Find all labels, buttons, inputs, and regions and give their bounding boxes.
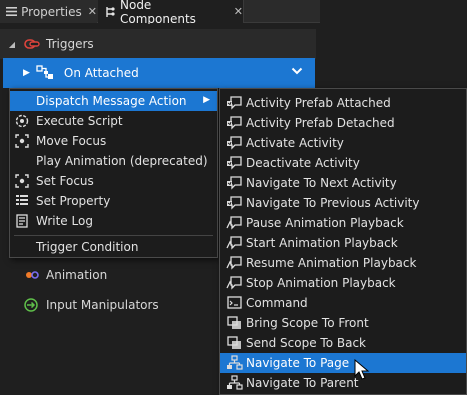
submenu-item-navigate-to-next-activity[interactable]: Navigate To Next Activity [220,173,466,193]
execute-script-icon [14,113,30,129]
submenu-item-navigate-to-page[interactable]: Navigate To Page [220,353,466,373]
node-components-icon [104,6,116,18]
trigger-node-icon [36,65,54,81]
message-icon [225,155,243,171]
triggers-label: Triggers [46,37,94,51]
submenu-item-label: Activity Prefab Detached [246,116,395,130]
scope-icon [225,335,243,351]
submenu-item-command[interactable]: Command [220,293,466,313]
animation-label: Animation [46,268,108,282]
command-icon [225,295,243,311]
close-icon[interactable]: ✕ [88,5,97,18]
scope-icon [225,315,243,331]
submenu-item-label: Activate Activity [246,136,344,150]
submenu-item-navigate-to-parent[interactable]: Navigate To Parent [220,373,466,393]
message-icon [225,195,243,211]
close-icon[interactable]: ✕ [234,5,243,18]
menu-item-label: Execute Script [36,114,123,128]
submenu-item-deactivate-activity[interactable]: Deactivate Activity [220,153,466,173]
animation-message-icon [225,235,243,251]
menu-item-label: Set Focus [36,174,94,188]
menu-item-label: Dispatch Message Action [36,94,187,108]
submenu-item-stop-animation-playback[interactable]: Stop Animation Playback [220,273,466,293]
properties-icon [6,6,18,18]
submenu-item-label: Navigate To Parent [246,376,359,390]
submenu-item-activity-prefab-attached[interactable]: Activity Prefab Attached [220,93,466,113]
set-property-icon [14,193,30,209]
triggers-section-header[interactable]: ◢ Triggers [0,29,316,59]
menu-item-label: Write Log [36,214,93,228]
submenu-item-resume-animation-playback[interactable]: Resume Animation Playback [220,253,466,273]
submenu-item-send-scope-to-back[interactable]: Send Scope To Back [220,333,466,353]
tab-label: Properties [21,4,82,19]
mouse-cursor-icon [354,359,370,380]
trigger-label: On Attached [63,66,139,80]
menu-item-dispatch-message-action[interactable]: Dispatch Message Action ▶ [10,91,217,111]
on-attached-trigger-row[interactable]: ▶ On Attached [3,58,315,88]
submenu-arrow-icon: ▶ [203,95,210,105]
tab-label: Node Components [120,0,196,26]
message-icon [225,95,243,111]
submenu-item-bring-scope-to-front[interactable]: Bring Scope To Front [220,313,466,333]
input-manipulators-icon [24,298,40,312]
submenu-item-label: Send Scope To Back [246,336,366,350]
tab-bar: Properties ✕ Node Components ✕ [0,0,320,26]
message-icon [225,115,243,131]
chevron-down-icon[interactable] [291,65,303,80]
menu-item-trigger-condition[interactable]: Trigger Condition [10,237,217,257]
submenu-item-label: Resume Animation Playback [246,256,417,270]
submenu-item-start-animation-playback[interactable]: Start Animation Playback [220,233,466,253]
submenu-item-label: Bring Scope To Front [246,316,369,330]
menu-item-label: Move Focus [36,134,107,148]
menu-item-label: Play Animation (deprecated) [36,154,208,168]
submenu-item-pause-animation-playback[interactable]: Pause Animation Playback [220,213,466,233]
menu-item-set-focus[interactable]: Set Focus [10,171,217,191]
navigation-icon [225,375,243,391]
submenu-item-label: Command [246,296,308,310]
triggers-icon [24,38,40,50]
submenu-item-label: Navigate To Page [246,356,350,370]
submenu-item-label: Activity Prefab Attached [246,96,391,110]
animation-message-icon [225,275,243,291]
dispatch-message-submenu: Activity Prefab Attached Activity Prefab … [219,88,467,395]
submenu-item-label: Navigate To Next Activity [246,176,397,190]
expand-arrow-icon[interactable]: ◢ [6,40,18,49]
input-manipulators-label: Input Manipulators [46,298,159,312]
menu-item-move-focus[interactable]: Move Focus [10,131,217,151]
menu-item-label: Set Property [36,194,111,208]
submenu-item-activate-activity[interactable]: Activate Activity [220,133,466,153]
submenu-item-label: Stop Animation Playback [246,276,396,290]
submenu-item-activity-prefab-detached[interactable]: Activity Prefab Detached [220,113,466,133]
message-icon [225,135,243,151]
submenu-item-label: Navigate To Previous Activity [246,196,420,210]
menu-item-write-log[interactable]: Write Log [10,211,217,231]
animation-message-icon [225,215,243,231]
menu-item-set-property[interactable]: Set Property [10,191,217,211]
write-log-icon [14,213,30,229]
tab-properties[interactable]: Properties ✕ [0,0,97,23]
menu-item-play-animation[interactable]: Play Animation (deprecated) [10,151,217,171]
animation-icon [24,269,40,281]
menu-divider [14,235,213,236]
tab-node-components[interactable]: Node Components ✕ [98,0,244,26]
add-action-menu: Dispatch Message Action ▶ Execute Script… [9,88,218,258]
menu-item-label: Trigger Condition [36,240,139,254]
message-icon [225,175,243,191]
navigation-icon [225,355,243,371]
set-focus-icon [14,173,30,189]
submenu-item-label: Deactivate Activity [246,156,360,170]
submenu-item-label: Pause Animation Playback [246,216,404,230]
animation-message-icon [225,255,243,271]
submenu-item-navigate-to-previous-activity[interactable]: Navigate To Previous Activity [220,193,466,213]
submenu-item-label: Start Animation Playback [246,236,398,250]
collapse-arrow-icon[interactable]: ▶ [23,68,30,78]
move-focus-icon [14,133,30,149]
menu-item-execute-script[interactable]: Execute Script [10,111,217,131]
